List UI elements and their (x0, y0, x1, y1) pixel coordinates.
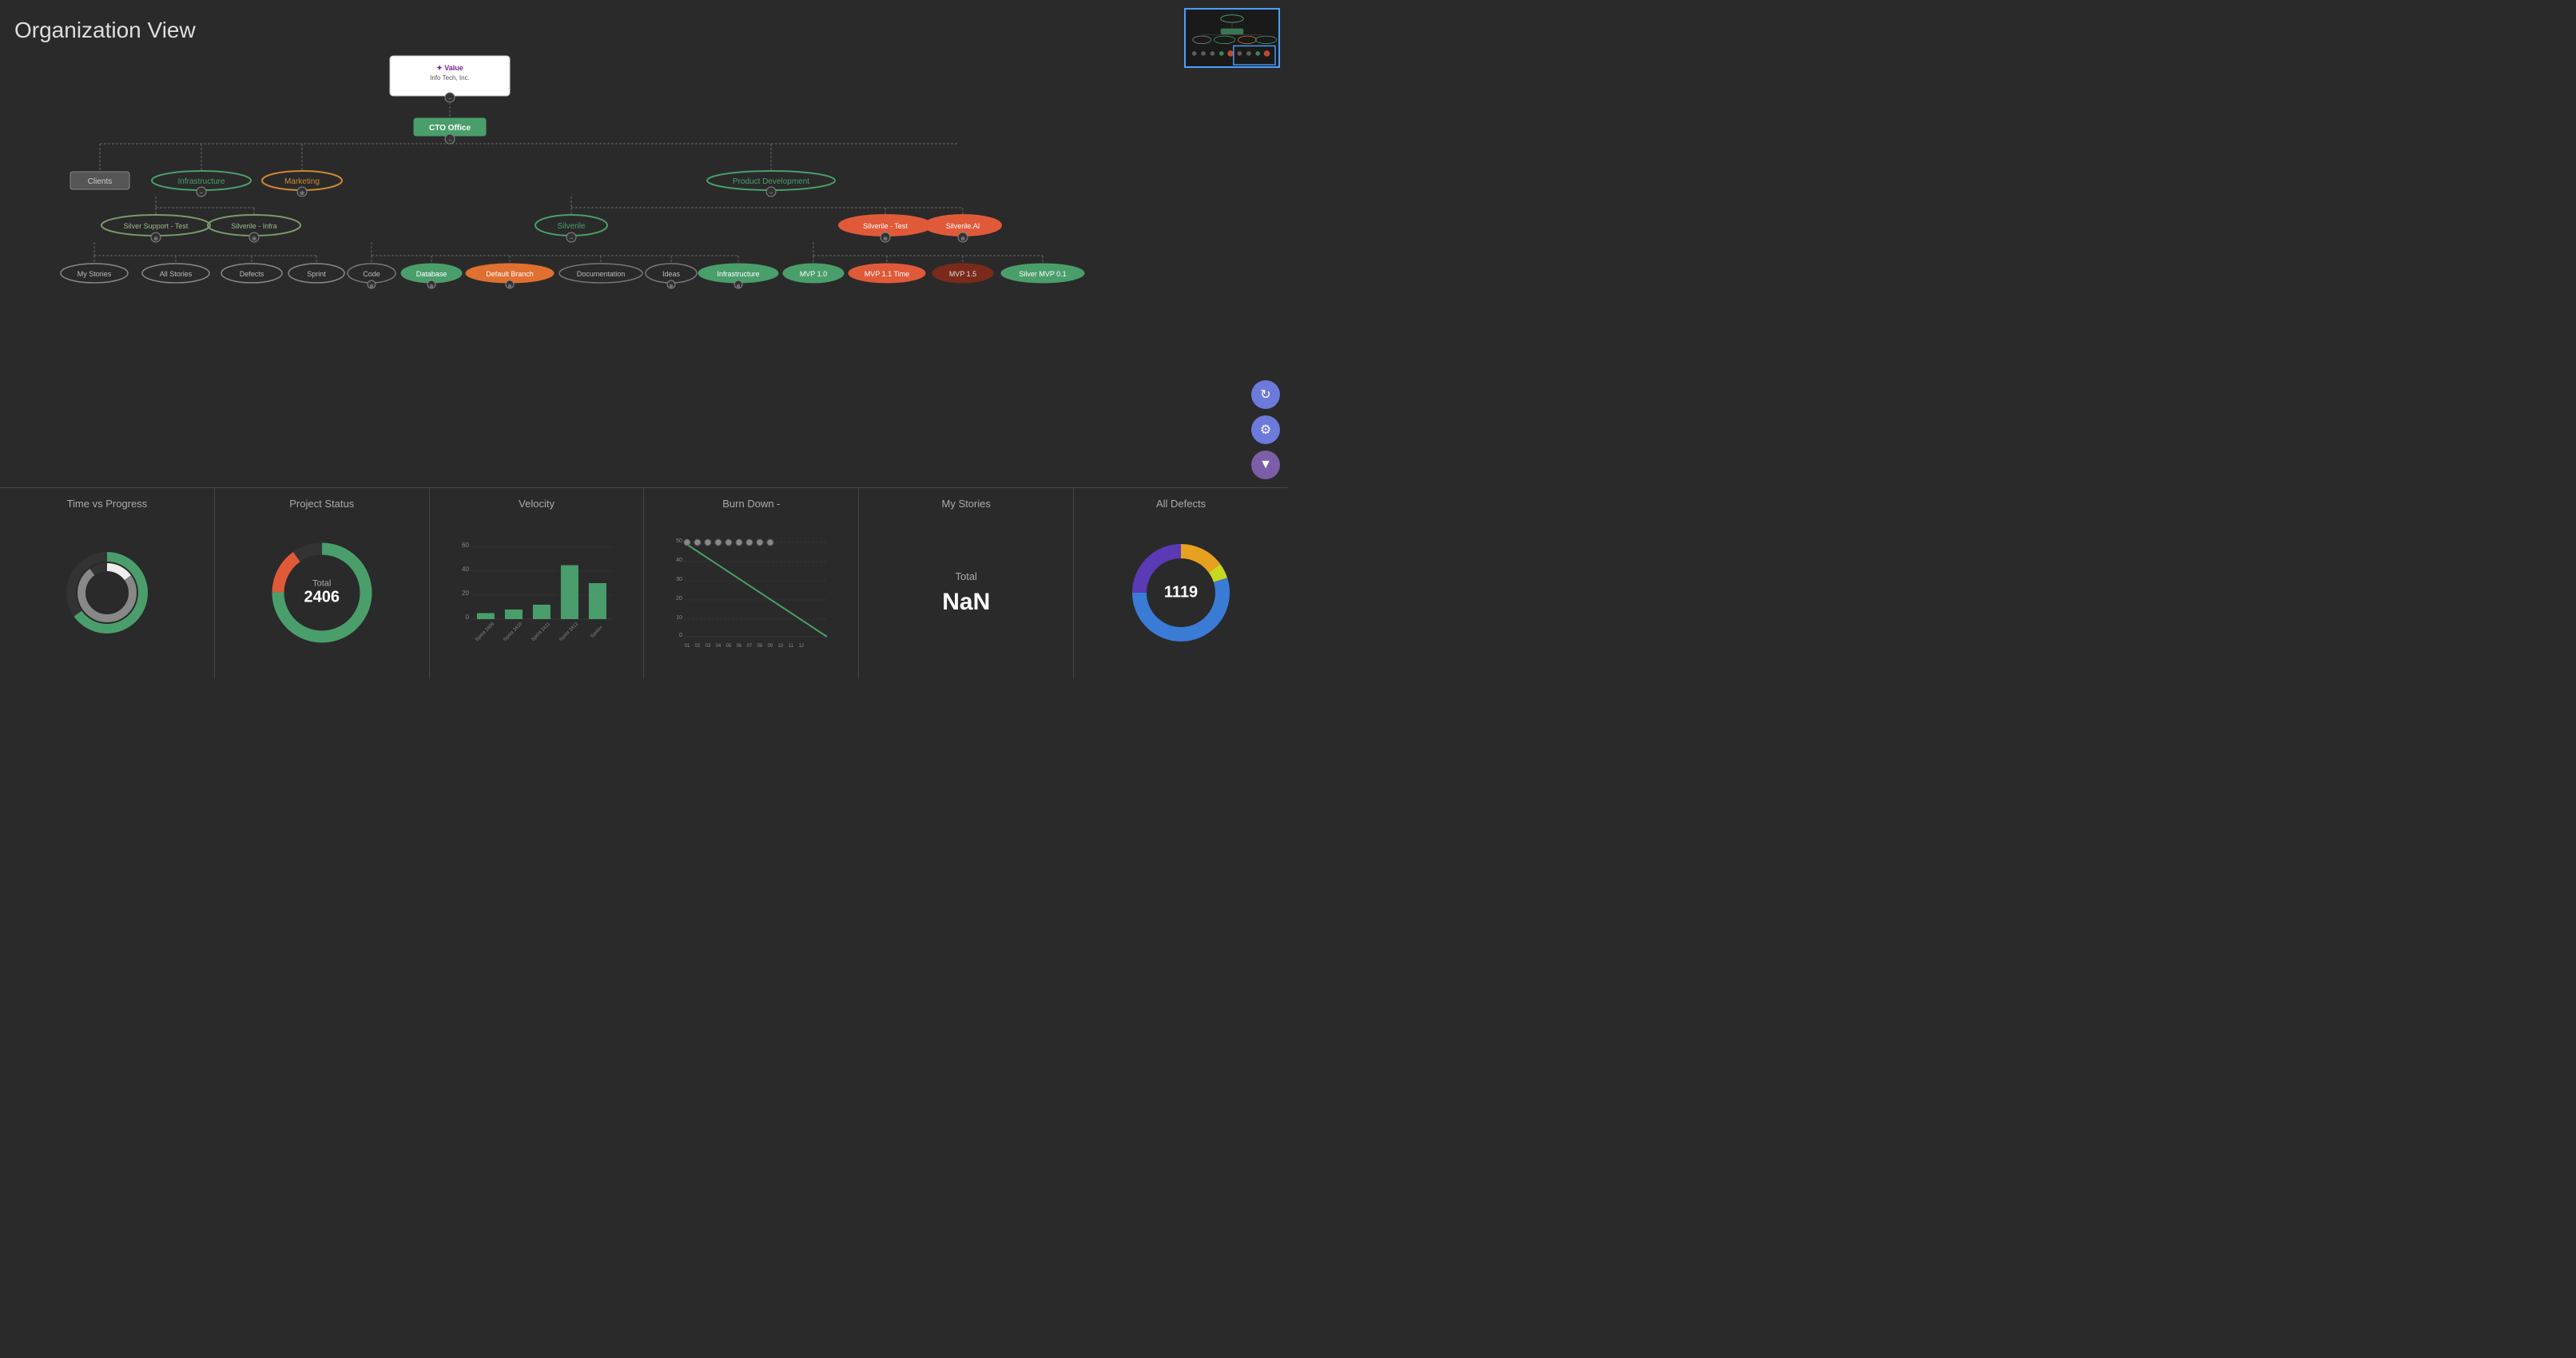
svg-text:20: 20 (462, 590, 469, 597)
svg-text:Info Tech, Inc.: Info Tech, Inc. (430, 74, 470, 81)
svg-text:Product Development: Product Development (733, 177, 809, 186)
svg-text:My Stories: My Stories (78, 270, 112, 278)
svg-text:−: − (200, 191, 203, 197)
svg-text:03: 03 (706, 644, 711, 649)
all-defects-value: 1119 (1164, 584, 1198, 602)
svg-text:20: 20 (677, 596, 683, 602)
svg-text:Sprint+: Sprint+ (590, 625, 604, 639)
svg-text:−: − (570, 236, 573, 242)
all-defects-donut: 1119 (1125, 537, 1237, 649)
svg-text:09: 09 (768, 644, 773, 649)
svg-text:Silverile: Silverile (557, 222, 585, 231)
svg-text:Database: Database (416, 270, 447, 278)
all-defects-title: All Defects (1087, 498, 1275, 510)
svg-text:Silverile - Test: Silverile - Test (863, 222, 908, 230)
svg-text:Documentation: Documentation (577, 270, 626, 278)
svg-text:MVP 1.1 Time: MVP 1.1 Time (865, 270, 909, 278)
tree-area: ✦ Value Info Tech, Inc. − CTO Office − C… (0, 48, 1288, 455)
svg-text:11: 11 (789, 644, 794, 649)
svg-text:Code: Code (363, 270, 380, 278)
svg-text:40: 40 (462, 566, 469, 573)
svg-text:⊕: ⊕ (883, 236, 888, 242)
svg-text:CTO Office: CTO Office (429, 124, 471, 133)
svg-text:10: 10 (677, 615, 683, 621)
svg-text:⊕: ⊕ (736, 284, 740, 289)
svg-text:All Stories: All Stories (160, 270, 193, 278)
svg-text:40: 40 (677, 558, 683, 563)
svg-text:30: 30 (677, 577, 683, 582)
project-status-card: Project Status Total 2406 (215, 488, 430, 679)
velocity-title: Velocity (443, 498, 631, 510)
svg-text:Sprint 2412: Sprint 2412 (559, 621, 579, 642)
expand-button[interactable]: ▼ (1251, 451, 1280, 479)
svg-text:07: 07 (747, 644, 753, 649)
svg-text:⊕: ⊕ (252, 236, 256, 242)
my-stories-card: My Stories Total NaN (859, 488, 1074, 679)
svg-text:−: − (448, 138, 451, 144)
svg-text:01: 01 (685, 644, 690, 649)
page-title: Organization View (14, 18, 196, 43)
svg-text:⊕: ⊕ (429, 284, 433, 289)
svg-text:60: 60 (462, 542, 469, 549)
bottom-panel: Time vs Progress Project Status (0, 487, 1288, 679)
svg-text:Infrastructure: Infrastructure (178, 177, 225, 186)
svg-text:50: 50 (677, 538, 683, 544)
svg-text:⊕: ⊕ (153, 236, 158, 242)
refresh-button[interactable]: ↻ (1251, 380, 1280, 409)
svg-text:⊕: ⊕ (507, 284, 511, 289)
svg-text:Sprint 2410: Sprint 2410 (503, 621, 523, 642)
svg-text:05: 05 (726, 644, 732, 649)
svg-text:Sprint 2409: Sprint 2409 (475, 621, 495, 642)
velocity-chart: 60 40 20 0 Sprint 2409 Sprint 2410 (443, 533, 631, 653)
svg-text:Silverile - Infra: Silverile - Infra (231, 222, 277, 230)
project-status-title: Project Status (228, 498, 416, 510)
svg-text:10: 10 (778, 644, 784, 649)
svg-text:⊕: ⊕ (960, 236, 965, 242)
my-stories-title: My Stories (872, 498, 1060, 510)
svg-text:0: 0 (465, 613, 469, 621)
svg-text:02: 02 (695, 644, 701, 649)
svg-text:Silver MVP 0.1: Silver MVP 0.1 (1019, 270, 1066, 278)
svg-text:−: − (448, 97, 451, 102)
burn-down-card: Burn Down - 50 40 30 20 10 0 (644, 488, 859, 679)
svg-text:Default Branch: Default Branch (486, 270, 534, 278)
svg-text:08: 08 (757, 644, 763, 649)
svg-text:Silver Support - Test: Silver Support - Test (124, 222, 189, 230)
svg-text:✦ Value: ✦ Value (436, 64, 463, 72)
all-defects-card: All Defects 1119 (1074, 488, 1288, 679)
burn-down-title: Burn Down - (657, 498, 845, 510)
burn-down-chart: 50 40 30 20 10 0 (657, 533, 845, 653)
svg-text:−: − (769, 191, 773, 197)
svg-text:0: 0 (679, 633, 682, 638)
svg-text:MVP 1.0: MVP 1.0 (800, 270, 827, 278)
my-stories-total-value: NaN (942, 589, 990, 616)
time-vs-progress-card: Time vs Progress (0, 488, 215, 679)
svg-text:04: 04 (716, 644, 722, 649)
svg-text:Silverile.AI: Silverile.AI (946, 222, 980, 230)
total-label: Total (312, 579, 331, 589)
svg-text:Marketing: Marketing (284, 177, 320, 186)
time-vs-progress-title: Time vs Progress (13, 498, 201, 510)
svg-text:Defects: Defects (240, 270, 264, 278)
fab-area: ↻ ⚙ ▼ (1251, 380, 1280, 479)
svg-text:⊕: ⊕ (369, 284, 373, 289)
svg-text:MVP 1.5: MVP 1.5 (949, 270, 976, 278)
svg-text:⊕: ⊕ (669, 284, 673, 289)
my-stories-total-label: Total (955, 570, 976, 582)
svg-text:Sprint: Sprint (307, 270, 326, 278)
svg-text:⊕: ⊕ (300, 191, 304, 197)
svg-text:Ideas: Ideas (662, 270, 681, 278)
project-status-value: 2406 (304, 589, 340, 607)
svg-text:Clients: Clients (88, 177, 113, 186)
svg-text:Infrastructure: Infrastructure (717, 270, 759, 278)
svg-text:06: 06 (737, 644, 742, 649)
settings-button[interactable]: ⚙ (1251, 415, 1280, 444)
project-status-donut: Total 2406 (266, 537, 378, 649)
time-vs-progress-donut (59, 545, 155, 641)
velocity-card: Velocity 60 40 20 0 Sp (430, 488, 645, 679)
svg-text:Sprint 2411: Sprint 2411 (531, 621, 551, 642)
svg-text:12: 12 (799, 644, 805, 649)
